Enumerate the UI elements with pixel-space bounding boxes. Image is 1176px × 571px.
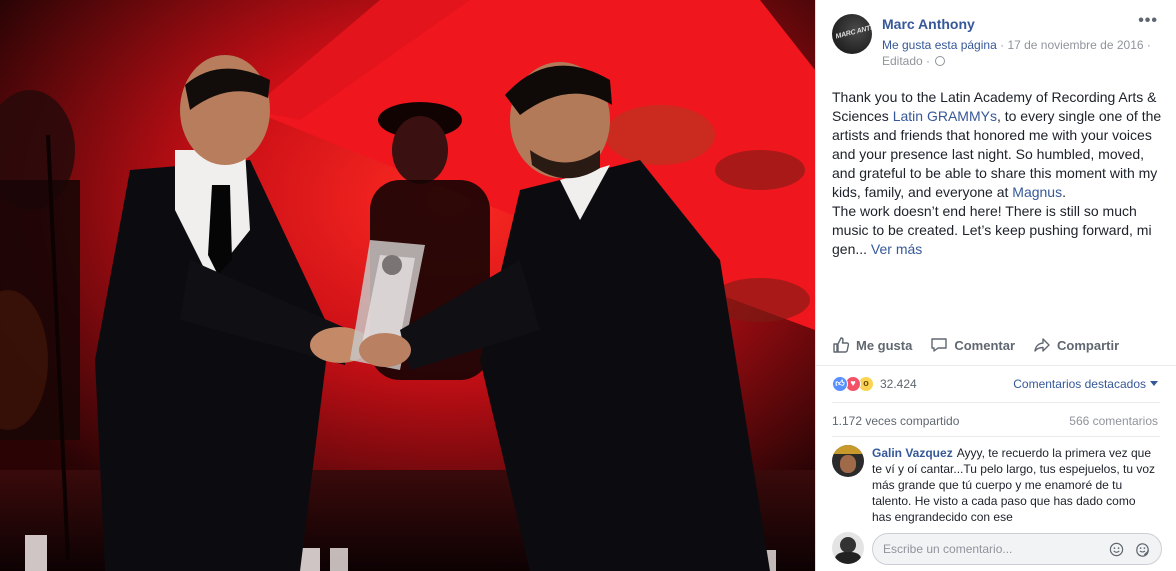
meta-separator: · (1146, 38, 1151, 52)
like-page-link[interactable]: Me gusta esta página (882, 38, 997, 52)
like-button-label: Me gusta (856, 337, 913, 353)
share-button-label: Compartir (1057, 337, 1120, 353)
post-text-part: . (1062, 184, 1066, 200)
photo-illustration (0, 0, 815, 571)
caret-down-icon (1150, 381, 1158, 386)
post-edit-line: Editado · (882, 54, 946, 68)
comment-button-label: Comentar (954, 337, 1016, 353)
comment-item: Galin Vazquez Ayyy, te recuerdo la primer… (832, 443, 1158, 527)
avatar-image-body (835, 552, 861, 564)
magnus-link[interactable]: Magnus (1012, 184, 1062, 200)
divider (832, 436, 1160, 437)
meta-separator: · (926, 54, 934, 68)
sticker-icon[interactable] (1135, 542, 1150, 557)
post-meta-line: Me gusta esta página · 17 de noviembre d… (882, 38, 1151, 52)
photo-viewer: MARC ANTHONY Marc Anthony Me gusta esta … (0, 0, 1176, 571)
comments-sort-label: Comentarios destacados (1013, 377, 1146, 391)
latin-grammys-link[interactable]: Latin GRAMMYs (893, 108, 997, 124)
post-photo[interactable] (0, 0, 815, 571)
divider (816, 365, 1176, 366)
post-message: Thank you to the Latin Academy of Record… (832, 88, 1166, 259)
edited-link[interactable]: Editado (882, 54, 923, 68)
globe-icon[interactable] (935, 56, 946, 66)
avatar-image-band (832, 445, 864, 454)
more-options-button[interactable]: ••• (1138, 12, 1158, 30)
reaction-count: 32.424 (880, 377, 917, 391)
comment-bubble-icon (931, 338, 948, 352)
shares-count-link[interactable]: 1.172 veces compartido (832, 414, 959, 428)
avatar-logo-text: MARC ANTHONY (834, 20, 872, 41)
like-icon: 👍︎ (832, 376, 848, 392)
commenter-avatar[interactable] (832, 445, 864, 477)
thumbs-up-icon (833, 337, 850, 353)
divider (832, 402, 1160, 403)
post-actions: Me gusta Comentar Compartir (832, 330, 1164, 360)
comments-sort-dropdown[interactable]: Comentarios destacados (1013, 377, 1158, 391)
see-more-link[interactable]: Ver más (871, 241, 922, 257)
comment-composer (832, 532, 1164, 566)
author-avatar[interactable]: MARC ANTHONY (832, 14, 872, 54)
avatar-image-face (840, 455, 856, 473)
like-button[interactable]: Me gusta (832, 330, 912, 360)
comment-button[interactable]: Comentar (930, 330, 1015, 360)
current-user-avatar[interactable] (832, 532, 864, 564)
emoji-icon[interactable] (1109, 542, 1124, 557)
share-arrow-icon (1034, 338, 1050, 352)
comment-body: Galin Vazquez Ayyy, te recuerdo la primer… (872, 445, 1158, 525)
comments-count-link[interactable]: 566 comentarios (1069, 414, 1158, 428)
post-header: MARC ANTHONY Marc Anthony Me gusta esta … (832, 12, 1164, 70)
reactions-summary[interactable]: 👍︎ ♥ o 32.424 (832, 374, 917, 394)
post-date-link[interactable]: 17 de noviembre de 2016 (1007, 38, 1143, 52)
author-name-link[interactable]: Marc Anthony (882, 16, 975, 32)
avatar-image-head (840, 537, 856, 553)
post-side-panel: MARC ANTHONY Marc Anthony Me gusta esta … (815, 0, 1176, 571)
commenter-name-link[interactable]: Galin Vazquez (872, 446, 953, 460)
share-button[interactable]: Compartir (1033, 330, 1119, 360)
